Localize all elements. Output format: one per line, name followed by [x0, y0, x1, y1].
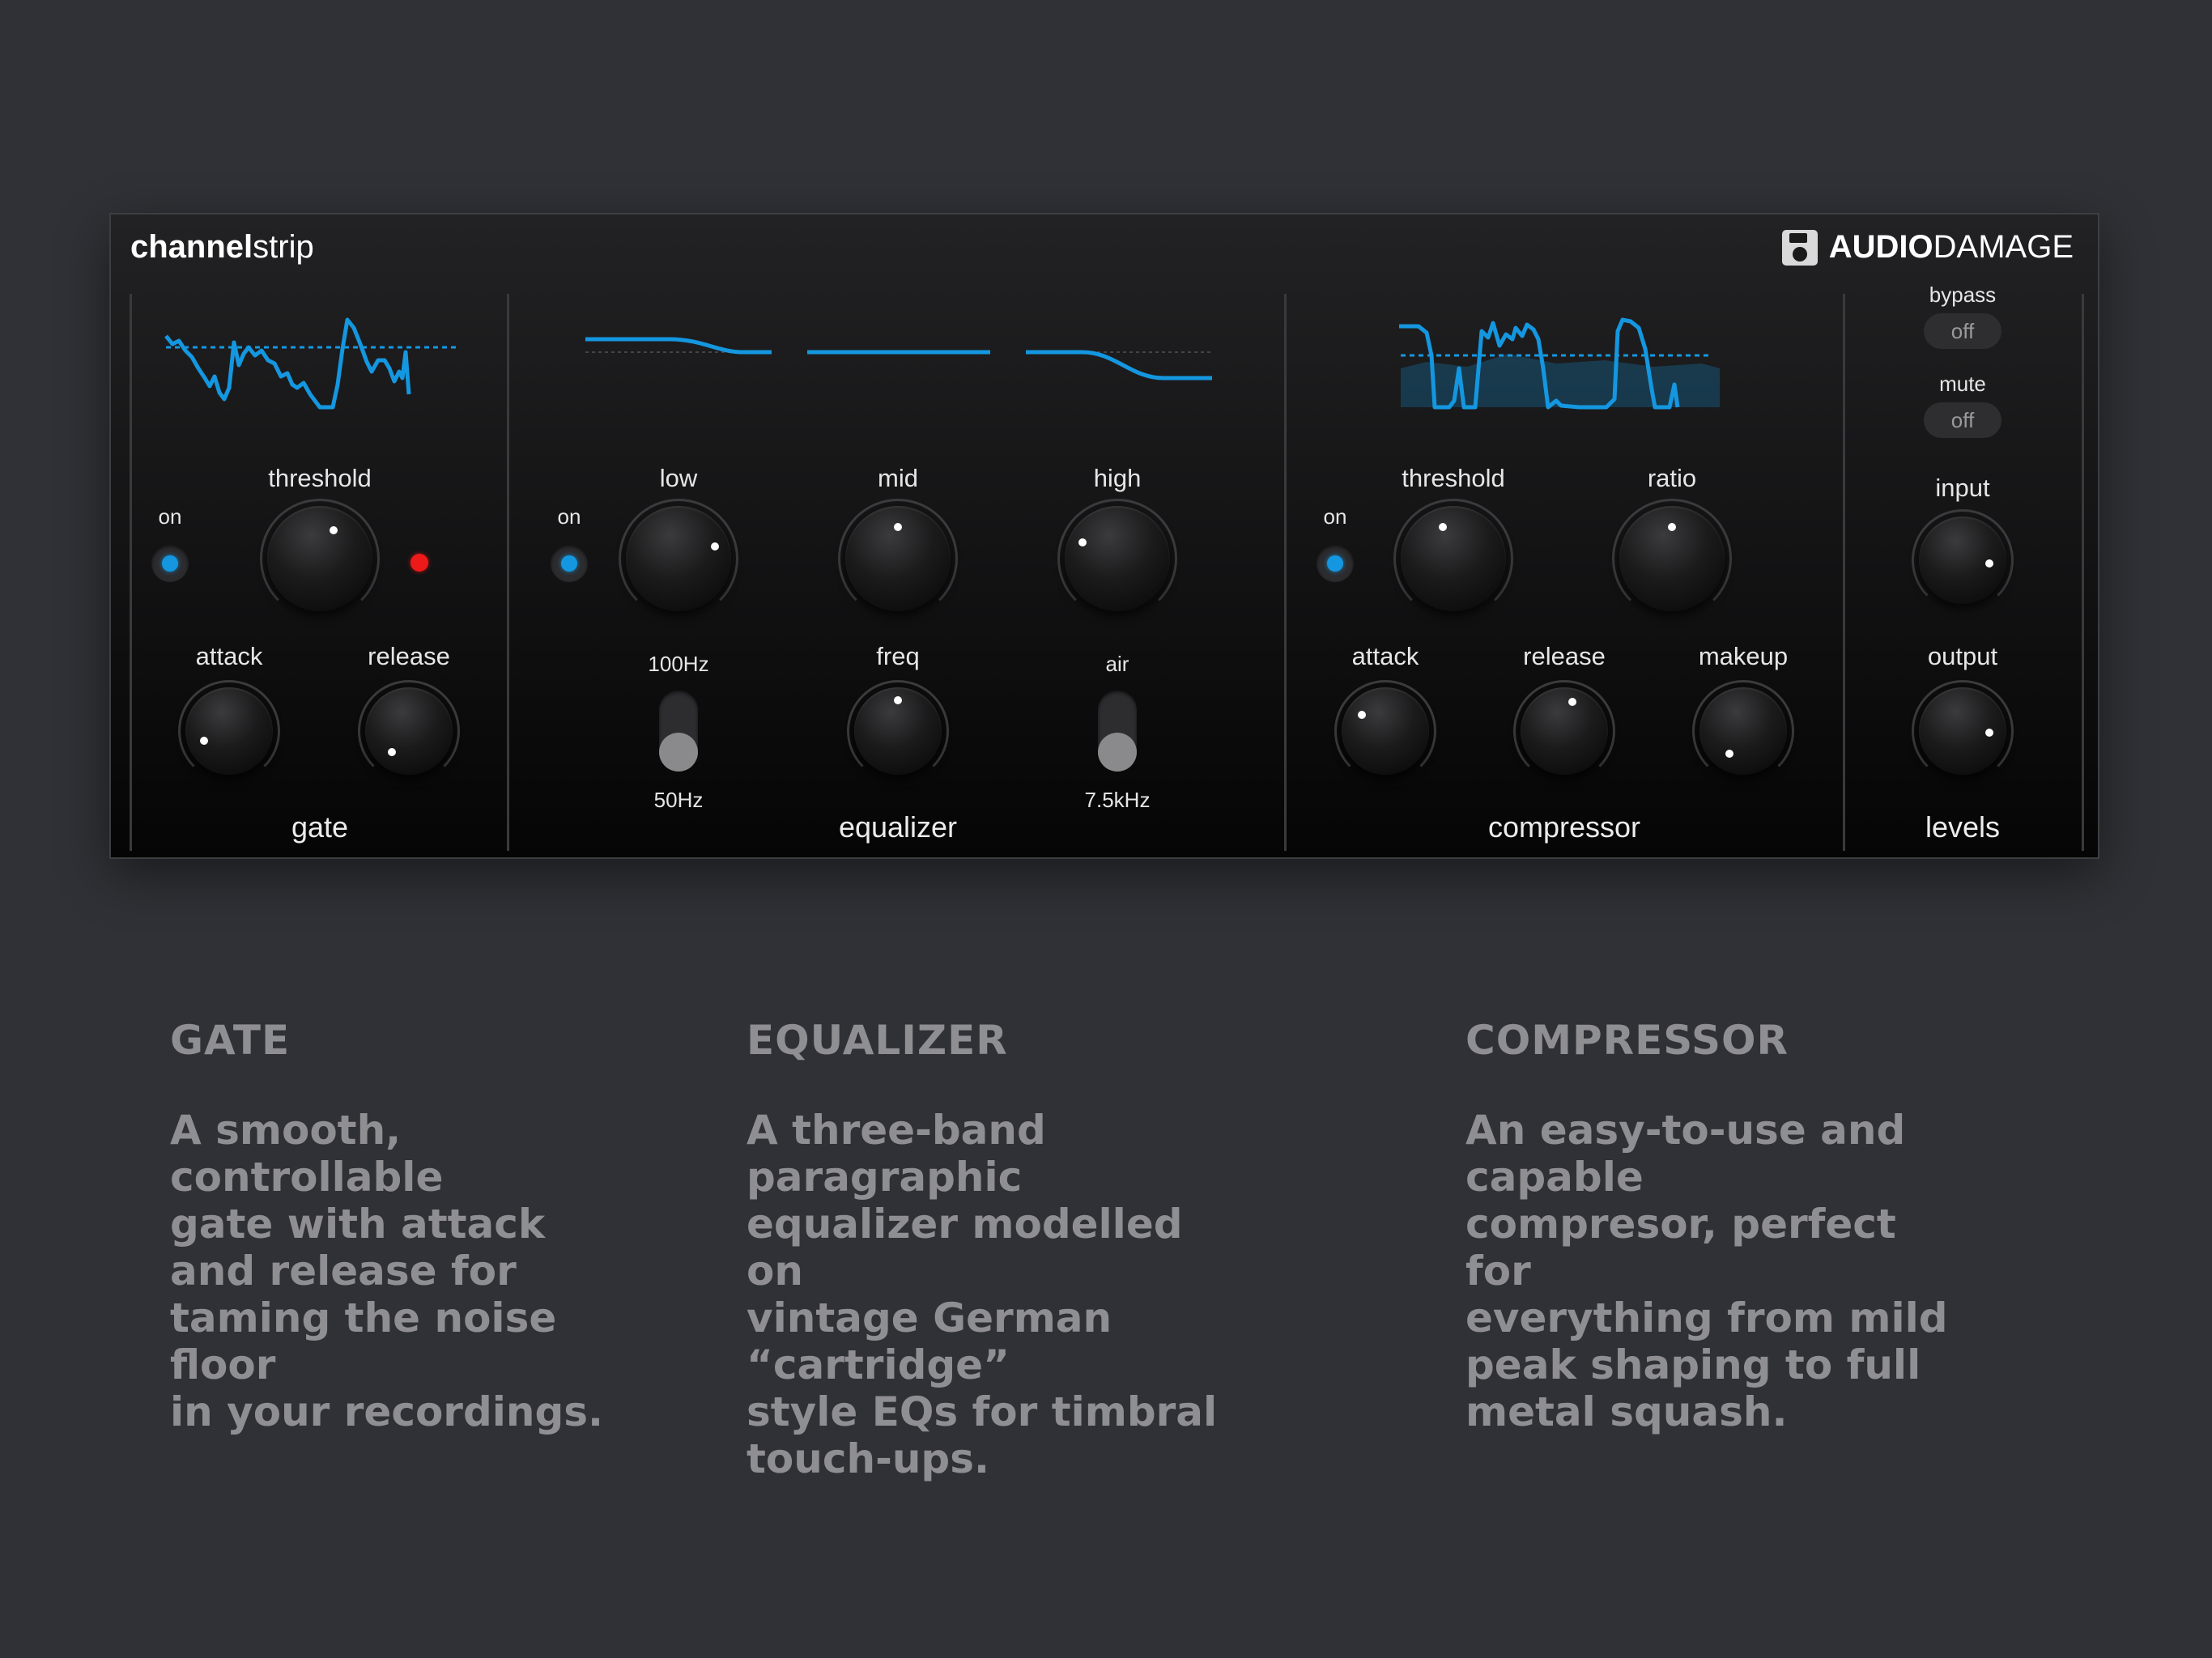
divider-comp-levels: [1843, 294, 1845, 851]
gate-release-label: release: [368, 642, 450, 670]
gate-description: GATE A smooth, controllable gate with at…: [170, 1016, 656, 1435]
eq-air-label: air: [1105, 652, 1129, 676]
brand-logo: AUDIODAMAGE: [1781, 229, 2074, 266]
eq-freq-knob[interactable]: [847, 680, 949, 782]
comp-threshold-knob[interactable]: [1393, 499, 1513, 619]
compressor-waveform-display: [1399, 317, 1720, 410]
app-title-bold: channel: [130, 229, 253, 265]
gate-on-label: on: [158, 504, 182, 529]
compressor-description-title: COMPRESSOR: [1465, 1017, 1789, 1064]
bypass-toggle[interactable]: off: [1924, 313, 2001, 349]
brand-bold: AUDIO: [1828, 229, 1933, 265]
comp-ratio-label: ratio: [1647, 464, 1697, 492]
mute-toggle[interactable]: off: [1924, 402, 2001, 438]
equalizer-description-title: EQUALIZER: [747, 1017, 1008, 1064]
eq-low-knob[interactable]: [619, 499, 738, 619]
divider-right: [2082, 294, 2084, 851]
eq-curve-display: [585, 337, 1212, 380]
eq-on-button[interactable]: [551, 545, 588, 582]
plugin-panel: channelstrip AUDIODAMAGE threshold on at…: [109, 213, 2099, 859]
eq-low-switch-bottom-label: 50Hz: [653, 788, 704, 812]
eq-air-switch[interactable]: [1098, 691, 1137, 772]
compressor-description: COMPRESSOR An easy-to-use and capable co…: [1465, 1016, 1951, 1435]
gate-description-body: A smooth, controllable gate with attack …: [170, 1107, 604, 1435]
eq-mid-label: mid: [878, 464, 918, 492]
comp-ratio-knob[interactable]: [1612, 499, 1732, 619]
gate-section-label: gate: [291, 810, 349, 844]
levels-section-label: levels: [1925, 810, 2001, 844]
eq-mid-knob[interactable]: [838, 499, 958, 619]
floppy-disk-icon[interactable]: [1781, 229, 1818, 266]
equalizer-description-body: A three-band paragraphic equalizer model…: [747, 1107, 1218, 1482]
comp-attack-label: attack: [1351, 642, 1419, 670]
output-label: output: [1927, 642, 1998, 670]
equalizer-description: EQUALIZER A three-band paragraphic equal…: [747, 1016, 1232, 1482]
brand-light: DAMAGE: [1933, 229, 2074, 265]
gate-attack-knob[interactable]: [178, 680, 280, 782]
comp-threshold-label: threshold: [1402, 464, 1505, 492]
eq-low-freq-switch[interactable]: [659, 691, 698, 772]
comp-makeup-knob[interactable]: [1692, 680, 1794, 782]
comp-section-label: compressor: [1487, 810, 1641, 844]
app-title-light: strip: [253, 229, 314, 265]
gate-attack-label: attack: [195, 642, 263, 670]
eq-high-knob[interactable]: [1057, 499, 1177, 619]
gate-release-knob[interactable]: [358, 680, 460, 782]
gate-threshold-label: threshold: [268, 464, 372, 492]
output-knob[interactable]: [1912, 680, 2014, 782]
gate-threshold-knob[interactable]: [260, 499, 380, 619]
comp-on-label: on: [1323, 504, 1347, 529]
gate-status-indicator: [410, 554, 428, 572]
comp-release-label: release: [1523, 642, 1606, 670]
eq-air-switch-bottom-label: 7.5kHz: [1084, 788, 1151, 812]
comp-on-button[interactable]: [1317, 545, 1354, 582]
app-title: channelstrip: [130, 229, 314, 266]
comp-attack-knob[interactable]: [1334, 680, 1436, 782]
bypass-label: bypass: [1929, 283, 1997, 307]
compressor-description-body: An easy-to-use and capable compresor, pe…: [1465, 1107, 1948, 1435]
eq-low-switch-top-label: 100Hz: [648, 652, 709, 676]
eq-section-label: equalizer: [838, 810, 958, 844]
comp-makeup-label: makeup: [1698, 642, 1789, 670]
input-label: input: [1935, 474, 1990, 502]
input-knob[interactable]: [1912, 509, 2014, 611]
eq-freq-label: freq: [876, 642, 920, 670]
eq-on-label: on: [557, 504, 581, 529]
gate-waveform-display: [164, 317, 459, 410]
mute-label: mute: [1939, 372, 1986, 396]
eq-high-label: high: [1093, 464, 1142, 492]
divider-left: [130, 294, 132, 851]
gate-on-button[interactable]: [151, 545, 189, 582]
comp-release-knob[interactable]: [1513, 680, 1615, 782]
divider-gate-eq: [507, 294, 509, 851]
gate-description-title: GATE: [170, 1017, 291, 1064]
eq-low-label: low: [659, 464, 698, 492]
